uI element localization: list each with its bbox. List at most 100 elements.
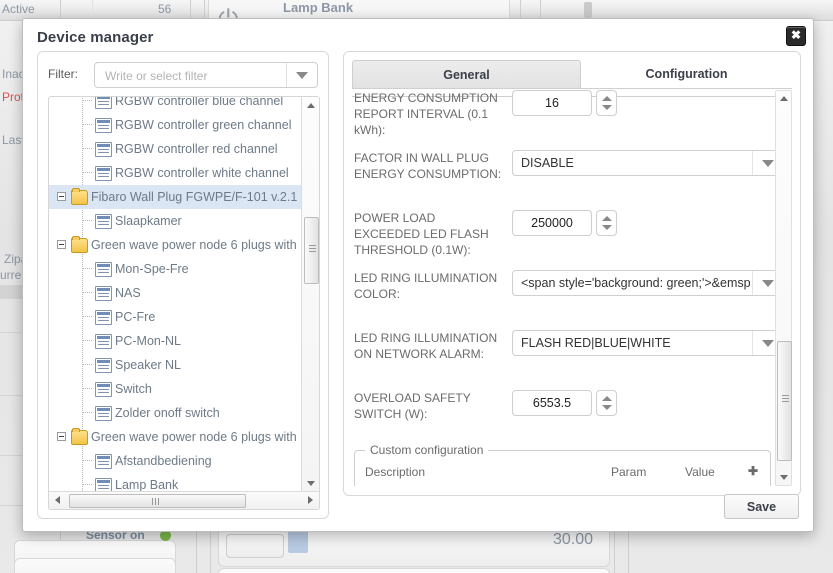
search-input[interactable]	[103, 63, 277, 89]
tree-expander-icon[interactable]	[57, 432, 66, 441]
dropdown-select[interactable]: FLASH RED|BLUE|WHITE	[512, 330, 784, 356]
properties-vertical-scrollbar[interactable]	[775, 90, 792, 486]
number-input[interactable]	[512, 210, 592, 236]
number-input[interactable]	[512, 390, 592, 416]
document-icon	[95, 310, 112, 325]
form-field-row: FACTOR IN WALL PLUG ENERGY CONSUMPTION: D…	[352, 150, 784, 196]
tree-connector	[82, 484, 92, 485]
spinner-up-icon[interactable]	[602, 96, 612, 101]
tree-horizontal-scrollbar[interactable]	[49, 491, 319, 509]
scroll-up-button[interactable]	[302, 97, 319, 114]
chevron-down-icon	[296, 72, 308, 79]
spinner-down-icon[interactable]	[602, 105, 612, 110]
tree-leaf-item[interactable]: RGBW controller green channel	[49, 113, 302, 137]
device-properties-panel: General Configuration ENERGY CONSUMPTION…	[343, 51, 801, 496]
document-icon	[95, 358, 112, 373]
spinner-up-icon[interactable]	[602, 216, 612, 221]
scroll-thumb[interactable]	[304, 217, 319, 284]
tree-vertical-scrollbar[interactable]	[301, 97, 319, 492]
tree-root: RGBW controller blue channel RGBW control…	[49, 97, 302, 492]
field-label: POWER LOAD EXCEEDED LED FLASH THRESHOLD …	[354, 211, 489, 257]
spinner-buttons[interactable]	[596, 90, 617, 116]
tree-leaf-item[interactable]: Zolder onoff switch	[49, 401, 302, 425]
filter-label: Filter:	[48, 67, 78, 81]
scroll-thumb[interactable]	[777, 341, 792, 461]
column-header: Description	[365, 465, 426, 479]
dialog-title: Device manager	[37, 29, 154, 46]
device-tree[interactable]: RGBW controller blue channel RGBW control…	[48, 96, 320, 510]
tree-leaf-item[interactable]: PC-Fre	[49, 305, 302, 329]
dropdown-value: FLASH RED|BLUE|WHITE	[521, 336, 671, 350]
scroll-right-button[interactable]	[302, 492, 319, 509]
tree-leaf-item[interactable]: Lamp Bank	[49, 473, 302, 492]
tab-configuration[interactable]: Configuration	[581, 60, 792, 89]
tree-expander-icon[interactable]	[57, 240, 66, 249]
number-stepper[interactable]	[512, 210, 617, 236]
field-label: LED RING ILLUMINATION COLOR:	[354, 271, 498, 301]
tree-connector	[82, 412, 92, 413]
tree-leaf-item[interactable]: Afstandbediening	[49, 449, 302, 473]
save-button[interactable]: Save	[724, 494, 799, 519]
document-icon	[95, 334, 112, 349]
spinner-down-icon[interactable]	[602, 405, 612, 410]
tree-leaf-item[interactable]: Mon-Spe-Fre	[49, 257, 302, 281]
triangle-up-icon	[780, 96, 788, 101]
tree-connector	[82, 124, 92, 125]
tree-leaf-item[interactable]: Slaapkamer	[49, 209, 302, 233]
tree-leaf-item[interactable]: RGBW controller red channel	[49, 137, 302, 161]
tree-folder-item[interactable]: Green wave power node 6 plugs with	[49, 425, 302, 449]
tree-leaf-item[interactable]: RGBW controller white channel	[49, 161, 302, 185]
tree-folder-item[interactable]: Green wave power node 6 plugs with	[49, 233, 302, 257]
spinner-buttons[interactable]	[596, 210, 617, 236]
grip-icon	[308, 247, 316, 249]
tree-scroll-viewport: RGBW controller blue channel RGBW control…	[49, 97, 302, 492]
tree-item-label: NAS	[115, 286, 141, 300]
triangle-left-icon	[55, 496, 60, 504]
spinner-buttons[interactable]	[596, 390, 617, 416]
scroll-left-button[interactable]	[49, 492, 66, 509]
document-icon	[95, 382, 112, 397]
triangle-right-icon	[308, 496, 313, 504]
field-control	[512, 390, 617, 416]
tree-item-label: Lamp Bank	[115, 478, 179, 492]
filter-combobox[interactable]	[94, 62, 318, 89]
field-control: FLASH RED|BLUE|WHITE	[512, 330, 784, 356]
tree-expander-icon[interactable]	[57, 192, 66, 201]
spinner-up-icon[interactable]	[602, 396, 612, 401]
close-icon[interactable]: ✖	[786, 26, 806, 46]
tree-leaf-item[interactable]: Switch	[49, 377, 302, 401]
filter-dropdown-button[interactable]	[286, 63, 317, 87]
background-label: Lamp Bank	[283, 0, 354, 15]
background-card	[218, 568, 610, 573]
tab-general[interactable]: General	[352, 60, 581, 89]
tree-folder-item[interactable]: Fibaro Wall Plug FGWPE/F-101 v.2.1 -	[49, 185, 302, 209]
background-label: Prot	[2, 90, 25, 104]
scroll-down-button[interactable]	[776, 470, 791, 485]
background-card	[14, 558, 176, 573]
triangle-down-icon	[307, 481, 315, 486]
tab-bar: General Configuration	[352, 60, 792, 97]
properties-form: ENERGY CONSUMPTION REPORT INTERVAL (0.1 …	[352, 90, 784, 486]
number-stepper[interactable]	[512, 90, 617, 116]
scroll-thumb[interactable]	[69, 494, 246, 508]
dropdown-value: DISABLE	[521, 156, 574, 170]
dropdown-select[interactable]: DISABLE	[512, 150, 784, 176]
form-field-row: OVERLOAD SAFETY SWITCH (W):	[352, 390, 775, 436]
dropdown-select[interactable]: <span style='background: green;'>&emsp;<	[512, 270, 784, 296]
tree-leaf-item[interactable]: RGBW controller blue channel	[49, 97, 302, 113]
scroll-up-button[interactable]	[776, 91, 791, 106]
document-icon	[95, 286, 112, 301]
number-stepper[interactable]	[512, 390, 617, 416]
tree-leaf-item[interactable]: NAS	[49, 281, 302, 305]
field-label: ENERGY CONSUMPTION REPORT INTERVAL (0.1 …	[354, 91, 498, 137]
chevron-down-icon	[762, 340, 774, 347]
column-header: Value	[685, 465, 715, 479]
form-field-row: LED RING ILLUMINATION COLOR: <span style=…	[352, 270, 784, 316]
tree-leaf-item[interactable]: Speaker NL	[49, 353, 302, 377]
number-input[interactable]	[512, 90, 592, 116]
spinner-down-icon[interactable]	[602, 225, 612, 230]
tree-leaf-item[interactable]: PC-Mon-NL	[49, 329, 302, 353]
add-row-button[interactable]: ✚	[748, 465, 758, 477]
custom-configuration-section: Custom configuration Description Param Valu…	[354, 443, 771, 486]
scroll-down-button[interactable]	[302, 475, 319, 492]
